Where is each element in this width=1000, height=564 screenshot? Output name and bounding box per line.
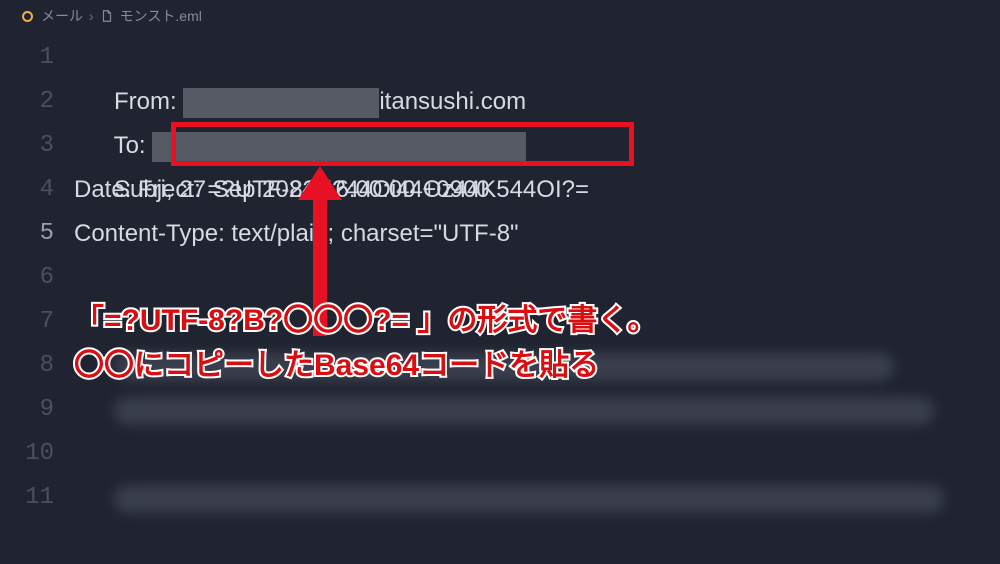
file-icon (100, 9, 114, 23)
code-line[interactable]: Content-Type: text/plain; charset="UTF-8… (74, 212, 1000, 256)
line-number: 1 (0, 36, 54, 80)
line-number: 4 (0, 168, 54, 212)
annotation-line: 「=?UTF-8?B?〇〇〇?= 」の形式で書く。 (74, 298, 657, 343)
code-line[interactable] (74, 388, 1000, 432)
highlight-box (171, 122, 634, 166)
code-line[interactable] (74, 432, 1000, 476)
breadcrumb-file[interactable]: モンスト.eml (120, 6, 202, 26)
code-line[interactable] (74, 476, 1000, 520)
annotation-text: 「=?UTF-8?B?〇〇〇?= 」の形式で書く。 〇〇にコピーしたBase64… (74, 298, 657, 388)
annotation-line: 〇〇にコピーしたBase64コードを貼る (74, 343, 657, 388)
line-number: 7 (0, 300, 54, 344)
line-number: 9 (0, 388, 54, 432)
line-number: 3 (0, 124, 54, 168)
code-line[interactable]: From: itansushi.com (74, 36, 1000, 80)
code-line[interactable]: Subject: =?UTF-8?B?44Oi44Oz44K544OI?= (74, 124, 1000, 168)
chevron-right-icon: › (87, 8, 96, 24)
code-area[interactable]: From: itansushi.com To: Subject: =?UTF-8… (74, 36, 1000, 520)
line-number: 11 (0, 476, 54, 520)
dirty-indicator-icon (22, 11, 33, 22)
code-line[interactable]: To: (74, 80, 1000, 124)
code-line[interactable]: Date: Fri, 27 Sep 2024 16:00:00 +0900 (74, 168, 1000, 212)
line-number: 2 (0, 80, 54, 124)
editor-pane[interactable]: 1 2 3 4 5 6 7 8 9 10 11 From: itansushi.… (0, 36, 1000, 520)
breadcrumb-parent[interactable]: メール (41, 6, 83, 26)
line-number: 8 (0, 344, 54, 388)
code-line[interactable] (74, 256, 1000, 300)
line-number: 6 (0, 256, 54, 300)
line-number: 5 (0, 212, 54, 256)
line-number: 10 (0, 432, 54, 476)
line-number-gutter: 1 2 3 4 5 6 7 8 9 10 11 (0, 36, 74, 520)
breadcrumb: メール › モンスト.eml (0, 0, 1000, 36)
